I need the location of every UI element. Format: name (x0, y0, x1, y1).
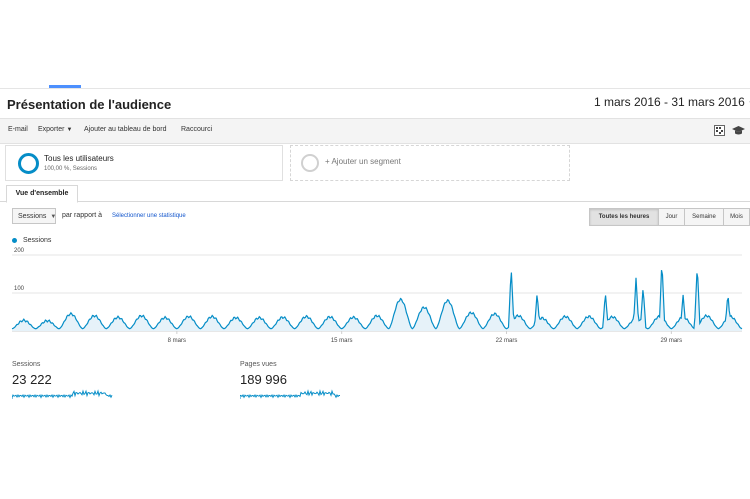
x-tick-label: 29 mars (661, 338, 683, 344)
granularity-week-button[interactable]: Semaine (684, 208, 724, 226)
add-segment-button[interactable]: + Ajouter un segment (290, 145, 570, 181)
header-divider (0, 88, 750, 89)
shortcut-button[interactable]: Raccourci (181, 126, 212, 133)
sessions-sparkline (12, 389, 113, 399)
y-tick-label: 200 (14, 248, 25, 254)
empty-segment-ring-icon (301, 154, 319, 172)
legend-label: Sessions (23, 237, 52, 244)
metric-value-pageviews: 189 996 (240, 372, 287, 387)
x-tick-label: 15 mars (331, 338, 353, 344)
add-segment-label: + Ajouter un segment (325, 157, 401, 166)
granularity-month-button[interactable]: Mois (723, 208, 750, 226)
granularity-toggle: Toutes les heures Jour Semaine Mois (589, 208, 750, 226)
y-tick-label: 100 (14, 286, 25, 292)
chevron-down-icon: ▼ (66, 127, 73, 133)
segment-all-users[interactable]: Tous les utilisateurs 100,00 %, Sessions (5, 145, 283, 181)
metric-label-pageviews: Pages vues (240, 361, 277, 368)
x-tick-label: 8 mars (168, 338, 186, 344)
chart-legend: Sessions (12, 237, 51, 244)
export-button[interactable]: Exporter ▼ (38, 126, 72, 133)
metric-value-sessions: 23 222 (12, 372, 52, 387)
export-label: Exporter (38, 126, 65, 133)
page-title: Présentation de l'audience (7, 97, 172, 112)
sessions-area (12, 270, 742, 331)
compare-label: par rapport à (62, 212, 103, 219)
email-button[interactable]: E-mail (8, 126, 28, 133)
tab-overview[interactable]: Vue d'ensemble (6, 185, 78, 203)
metric-select-label: Sessions (18, 213, 47, 220)
granularity-hourly-button[interactable]: Toutes les heures (589, 208, 659, 226)
data-sampling-icon[interactable] (714, 125, 725, 136)
segment-title: Tous les utilisateurs (44, 154, 114, 163)
sparkline-path (12, 389, 113, 399)
metric-label-sessions: Sessions (12, 361, 41, 368)
date-range-label: 1 mars 2016 - 31 mars 2016 (594, 95, 745, 109)
date-range-picker[interactable]: 1 mars 2016 - 31 mars 2016▼ (594, 95, 750, 109)
graduation-cap-icon[interactable] (732, 125, 745, 136)
granularity-day-button[interactable]: Jour (658, 208, 685, 226)
x-tick-label: 22 mars (496, 338, 518, 344)
tab-row-divider (0, 201, 750, 202)
report-toolbar: E-mail Exporter ▼ Ajouter au tableau de b… (0, 118, 750, 144)
pageviews-sparkline (240, 389, 340, 399)
metric-select[interactable]: Sessions ▼ (12, 208, 56, 224)
add-to-dashboard-button[interactable]: Ajouter au tableau de bord (84, 126, 167, 133)
segment-ring-icon (18, 153, 39, 174)
legend-dot-icon (12, 237, 17, 243)
chevron-down-icon: ▼ (50, 214, 57, 220)
sparkline-path (240, 389, 340, 399)
sessions-chart[interactable]: 100 200 8 mars 15 mars 22 mars 29 mars (0, 244, 750, 349)
select-stat-link[interactable]: Sélectionner une statistique (112, 213, 186, 219)
segment-subtitle: 100,00 %, Sessions (44, 166, 98, 172)
